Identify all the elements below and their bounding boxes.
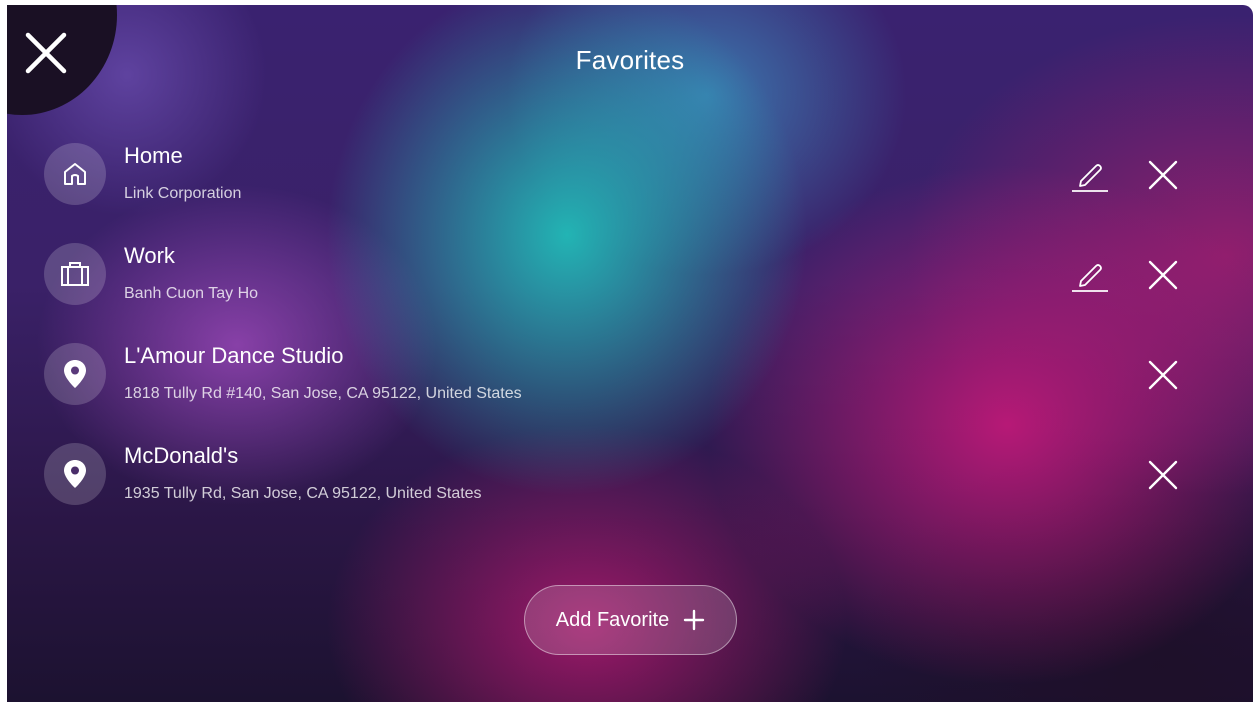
favorite-subtitle: 1818 Tully Rd #140, San Jose, CA 95122, … [124, 385, 522, 402]
favorite-subtitle: 1935 Tully Rd, San Jose, CA 95122, Unite… [124, 485, 482, 502]
location-pin-icon-badge [44, 443, 106, 505]
close-icon [1148, 160, 1178, 190]
delete-button[interactable] [1145, 257, 1181, 293]
favorite-name: L'Amour Dance Studio [124, 343, 344, 368]
home-icon [64, 163, 86, 185]
favorites-screen: Favorites Home Link Corporation Work Ban… [7, 5, 1253, 702]
briefcase-icon [61, 262, 89, 286]
delete-button[interactable] [1145, 157, 1181, 193]
briefcase-icon-badge [44, 243, 106, 305]
favorite-item-lamour-dance-studio[interactable]: L'Amour Dance Studio 1818 Tully Rd #140,… [7, 343, 1253, 433]
close-icon [1148, 460, 1178, 490]
add-favorite-label: Add Favorite [555, 608, 670, 631]
edit-button[interactable] [1069, 255, 1109, 295]
edit-button[interactable] [1069, 155, 1109, 195]
favorite-name: Home [124, 143, 183, 168]
favorite-item-home[interactable]: Home Link Corporation [7, 143, 1253, 233]
pencil-icon [1072, 164, 1108, 192]
delete-button[interactable] [1145, 457, 1181, 493]
favorite-name: McDonald's [124, 443, 239, 468]
page-title: Favorites [575, 45, 685, 75]
favorite-item-mcdonalds[interactable]: McDonald's 1935 Tully Rd, San Jose, CA 9… [7, 443, 1253, 533]
location-pin-icon-badge [44, 343, 106, 405]
favorite-subtitle: Link Corporation [124, 185, 242, 202]
plus-icon [683, 609, 705, 631]
favorite-item-work[interactable]: Work Banh Cuon Tay Ho [7, 243, 1253, 333]
location-pin-icon [64, 360, 86, 388]
location-pin-icon [64, 460, 86, 488]
favorite-name: Work [124, 243, 175, 268]
close-icon [1148, 360, 1178, 390]
close-icon [1148, 260, 1178, 290]
home-icon-badge [44, 143, 106, 205]
pencil-icon [1072, 264, 1108, 292]
add-favorite-button[interactable]: Add Favorite [524, 585, 737, 655]
delete-button[interactable] [1145, 357, 1181, 393]
favorite-subtitle: Banh Cuon Tay Ho [124, 285, 259, 302]
